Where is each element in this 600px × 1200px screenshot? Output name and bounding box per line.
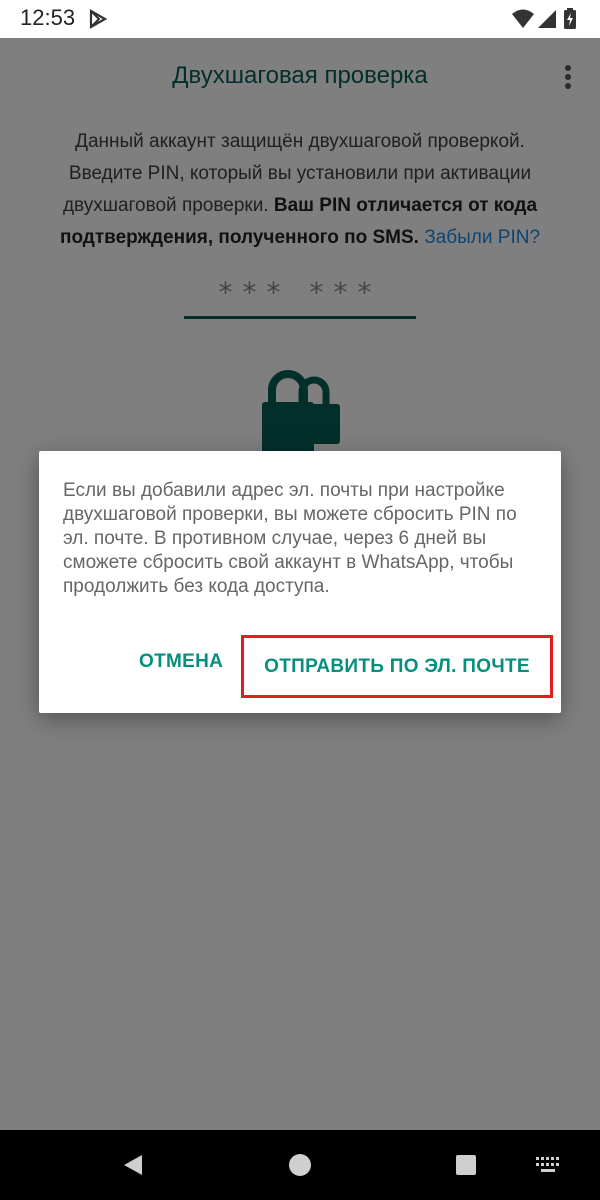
back-icon[interactable] bbox=[120, 1152, 146, 1178]
keyboard-icon[interactable] bbox=[535, 1155, 561, 1175]
wifi-icon bbox=[512, 9, 534, 28]
dialog-message: Если вы добавили адрес эл. почты при нас… bbox=[63, 480, 517, 597]
battery-charging-icon bbox=[564, 8, 576, 29]
play-store-icon bbox=[89, 9, 108, 29]
home-icon[interactable] bbox=[287, 1152, 313, 1178]
signal-icon bbox=[538, 10, 556, 28]
send-email-button[interactable]: ОТПРАВИТЬ ПО ЭЛ. ПОЧТЕ bbox=[241, 635, 553, 698]
recents-icon[interactable] bbox=[454, 1153, 478, 1177]
status-icons bbox=[512, 8, 576, 29]
navigation-bar bbox=[0, 1130, 600, 1200]
status-bar: 12:53 bbox=[0, 0, 600, 38]
status-time: 12:53 bbox=[20, 5, 76, 30]
reset-pin-dialog: Если вы добавили адрес эл. почты при нас… bbox=[39, 451, 561, 713]
cancel-button[interactable]: ОТМЕНА bbox=[139, 651, 223, 673]
